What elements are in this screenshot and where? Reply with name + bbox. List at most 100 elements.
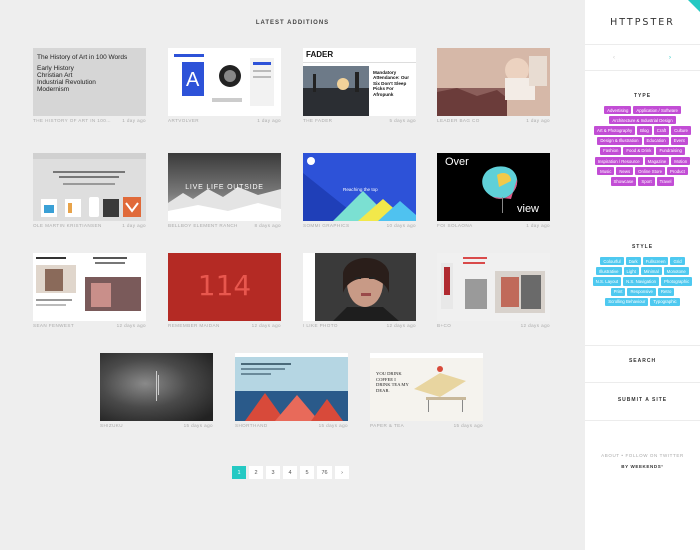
- svg-text:A: A: [186, 69, 200, 91]
- site-name[interactable]: Sommi Graphics: [303, 223, 349, 228]
- site-card[interactable]: B+CO 12 days ago: [437, 253, 550, 328]
- site-card[interactable]: FADER Mandatory Attendance: Our Six Don'…: [303, 48, 416, 123]
- style-tag[interactable]: Light: [623, 267, 639, 276]
- next-page-button[interactable]: ›: [335, 466, 349, 479]
- site-card[interactable]: The History of Art in 100 Words Early Hi…: [33, 48, 146, 123]
- type-tag[interactable]: Event: [670, 136, 688, 145]
- type-tag[interactable]: Culture: [671, 126, 691, 135]
- credit-link[interactable]: BY WEEKENDS°: [585, 464, 700, 469]
- style-tag[interactable]: Dark: [625, 257, 641, 266]
- type-tag[interactable]: Education: [643, 136, 669, 145]
- site-card[interactable]: 114 Remember Maidan 12 days ago: [168, 253, 281, 328]
- site-card[interactable]: Reaching the top Sommi Graphics 10 days a…: [303, 153, 416, 228]
- site-card[interactable]: Ole Martin Kristiansen 1 day ago: [33, 153, 146, 228]
- site-thumbnail[interactable]: Reaching the top: [303, 153, 416, 221]
- type-tag[interactable]: Blog: [637, 126, 652, 135]
- style-tag[interactable]: Retro: [657, 287, 675, 296]
- page-1-button[interactable]: 1: [232, 466, 246, 479]
- type-tag[interactable]: Fashion: [600, 146, 622, 155]
- site-card[interactable]: Over view Foi Solaona 1 day ago: [437, 153, 550, 228]
- site-name[interactable]: Remember Maidan: [168, 323, 220, 328]
- site-card[interactable]: Leader Bag Co 1 day ago: [437, 48, 550, 123]
- site-card[interactable]: A Artvolver 1 day ago: [168, 48, 281, 123]
- site-name[interactable]: Foi Solaona: [437, 223, 473, 228]
- type-tag[interactable]: Inspiration / Resource: [594, 156, 643, 166]
- page-2-button[interactable]: 2: [249, 466, 263, 479]
- site-thumbnail[interactable]: 114: [168, 253, 281, 321]
- site-name[interactable]: Sean Fenwest: [33, 323, 74, 328]
- site-name[interactable]: Paper & Tea: [370, 423, 404, 428]
- page-5-button[interactable]: 5: [300, 466, 314, 479]
- type-tag[interactable]: Architecture & Industrial Design: [609, 116, 676, 125]
- site-card[interactable]: YOU DRINK COFFEE I DRINK TEA MY DEAR. Pa…: [370, 353, 483, 428]
- style-tag[interactable]: N.S. Layout: [592, 277, 622, 286]
- type-tag[interactable]: Art & Photography: [594, 126, 636, 135]
- type-tag[interactable]: Sport: [638, 177, 655, 186]
- site-thumbnail[interactable]: YOU DRINK COFFEE I DRINK TEA MY DEAR.: [370, 353, 483, 421]
- site-thumbnail[interactable]: [437, 48, 550, 116]
- site-card[interactable]: Sean Fenwest 12 days ago: [33, 253, 146, 328]
- type-tag[interactable]: Fundraising: [656, 146, 685, 155]
- site-name[interactable]: Artvolver: [168, 118, 199, 123]
- site-thumbnail[interactable]: The History of Art in 100 Words Early Hi…: [33, 48, 146, 116]
- site-thumbnail[interactable]: [33, 253, 146, 321]
- style-tag[interactable]: Fullscreen: [642, 257, 669, 266]
- next-arrow-icon[interactable]: ›: [669, 55, 671, 61]
- style-tag[interactable]: Illustrative: [596, 267, 622, 276]
- site-name[interactable]: Bellboy Element Ranch: [168, 223, 238, 228]
- style-tag[interactable]: N.S. Navigation: [623, 277, 659, 286]
- site-thumbnail[interactable]: FADER Mandatory Attendance: Our Six Don'…: [303, 48, 416, 116]
- site-thumbnail[interactable]: [303, 253, 416, 321]
- type-tag[interactable]: Online Store: [635, 167, 666, 176]
- prev-arrow-icon[interactable]: ‹: [613, 55, 615, 61]
- site-name[interactable]: Shorthand: [235, 423, 268, 428]
- site-thumbnail[interactable]: [100, 353, 213, 421]
- type-tag[interactable]: Design & Illustration: [597, 136, 642, 145]
- style-tag[interactable]: Photographic: [660, 277, 693, 286]
- style-tag[interactable]: Print: [610, 287, 626, 296]
- site-card[interactable]: Shizuku 15 days ago: [100, 353, 213, 428]
- page-76-button[interactable]: 76: [317, 466, 332, 479]
- site-card[interactable]: Shorthand 15 days ago: [235, 353, 348, 428]
- site-name[interactable]: The History of Art in 100 Words: [33, 118, 111, 123]
- site-age: 1 day ago: [526, 118, 550, 123]
- type-tag[interactable]: News: [616, 167, 634, 176]
- search-link[interactable]: SEARCH: [585, 358, 700, 364]
- site-name[interactable]: B+CO: [437, 323, 451, 328]
- site-name[interactable]: Shizuku: [100, 423, 123, 428]
- type-tag[interactable]: Product: [667, 167, 688, 176]
- style-tag[interactable]: Typographic: [650, 297, 680, 306]
- site-thumbnail[interactable]: Over view: [437, 153, 550, 221]
- type-tag[interactable]: Application / Software: [633, 106, 681, 115]
- site-thumbnail[interactable]: LIVE LIFE OUTSIDE: [168, 153, 281, 221]
- site-thumbnail[interactable]: [235, 353, 348, 421]
- type-tag[interactable]: Travel: [656, 177, 675, 186]
- page-4-button[interactable]: 4: [283, 466, 297, 479]
- site-card[interactable]: LIVE LIFE OUTSIDE Bellboy Element Ranch 8…: [168, 153, 281, 228]
- style-tag[interactable]: Responsive: [627, 287, 656, 296]
- style-tag[interactable]: Colourful: [600, 257, 624, 266]
- type-tag[interactable]: Magazine: [644, 156, 670, 166]
- submit-site-link[interactable]: SUBMIT A SITE: [585, 397, 700, 403]
- about-links[interactable]: ABOUT • FOLLOW ON TWITTER: [585, 453, 700, 458]
- page-3-button[interactable]: 3: [266, 466, 280, 479]
- type-tag[interactable]: Food & Drink: [623, 146, 655, 155]
- type-tag[interactable]: Showcase: [610, 177, 637, 186]
- style-tag[interactable]: Grid: [670, 257, 685, 266]
- site-name[interactable]: I Like Photo: [303, 323, 338, 328]
- type-tag[interactable]: Music: [597, 167, 615, 176]
- style-tag[interactable]: Minimal: [640, 267, 662, 276]
- type-tag[interactable]: Advertising: [604, 106, 632, 115]
- site-name[interactable]: The Fader: [303, 118, 332, 123]
- type-tag[interactable]: Motion: [671, 156, 691, 166]
- site-card[interactable]: I Like Photo 12 days ago: [303, 253, 416, 328]
- site-name[interactable]: Ole Martin Kristiansen: [33, 223, 102, 228]
- logo[interactable]: HTTPSTER: [585, 17, 700, 28]
- style-tag[interactable]: Scrolling Behaviour: [605, 297, 649, 306]
- type-tag[interactable]: Craft: [653, 126, 670, 135]
- site-thumbnail[interactable]: A: [168, 48, 281, 116]
- site-thumbnail[interactable]: [33, 153, 146, 221]
- style-tag[interactable]: Monotone: [663, 267, 689, 276]
- site-name[interactable]: Leader Bag Co: [437, 118, 480, 123]
- site-thumbnail[interactable]: [437, 253, 550, 321]
